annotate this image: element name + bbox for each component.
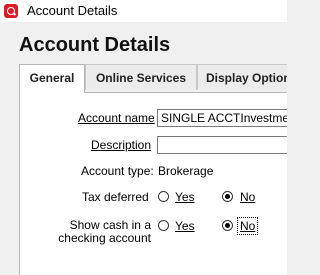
tax-deferred-no-radio[interactable] [222,191,233,202]
show-cash-label-line2: checking account [58,231,151,245]
focus-indicator [237,217,258,235]
tax-deferred-no-label[interactable]: No [240,190,255,204]
account-name-field[interactable]: SINGLE ACCTInvestment [157,109,287,127]
account-details-window: Account Details Account Details General … [0,0,287,275]
account-type-value: Brokerage [158,164,214,178]
window-title: Account Details [27,3,118,18]
app-logo-icon [4,4,18,18]
show-cash-yes-radio[interactable] [158,220,169,231]
account-name-label: Account name [78,111,155,125]
tax-deferred-yes-radio[interactable] [158,191,169,202]
show-cash-no-radio[interactable] [222,220,233,231]
page-title: Account Details [19,34,171,56]
tab-general[interactable]: General [19,64,85,93]
description-label: Description [91,138,152,152]
tax-deferred-yes-label[interactable]: Yes [175,190,195,204]
account-type-label: Account type: [81,164,154,178]
show-cash-label-line1: Show cash in a [69,218,151,232]
tab-display-options[interactable]: Display Options [197,64,287,90]
tab-online-services[interactable]: Online Services [85,64,197,90]
description-field[interactable] [157,136,287,154]
title-bar: Account Details [0,0,287,22]
tax-deferred-label: Tax deferred [82,190,149,204]
show-cash-yes-label[interactable]: Yes [175,219,195,233]
tab-bar: General Online Services Display Options [19,64,287,93]
